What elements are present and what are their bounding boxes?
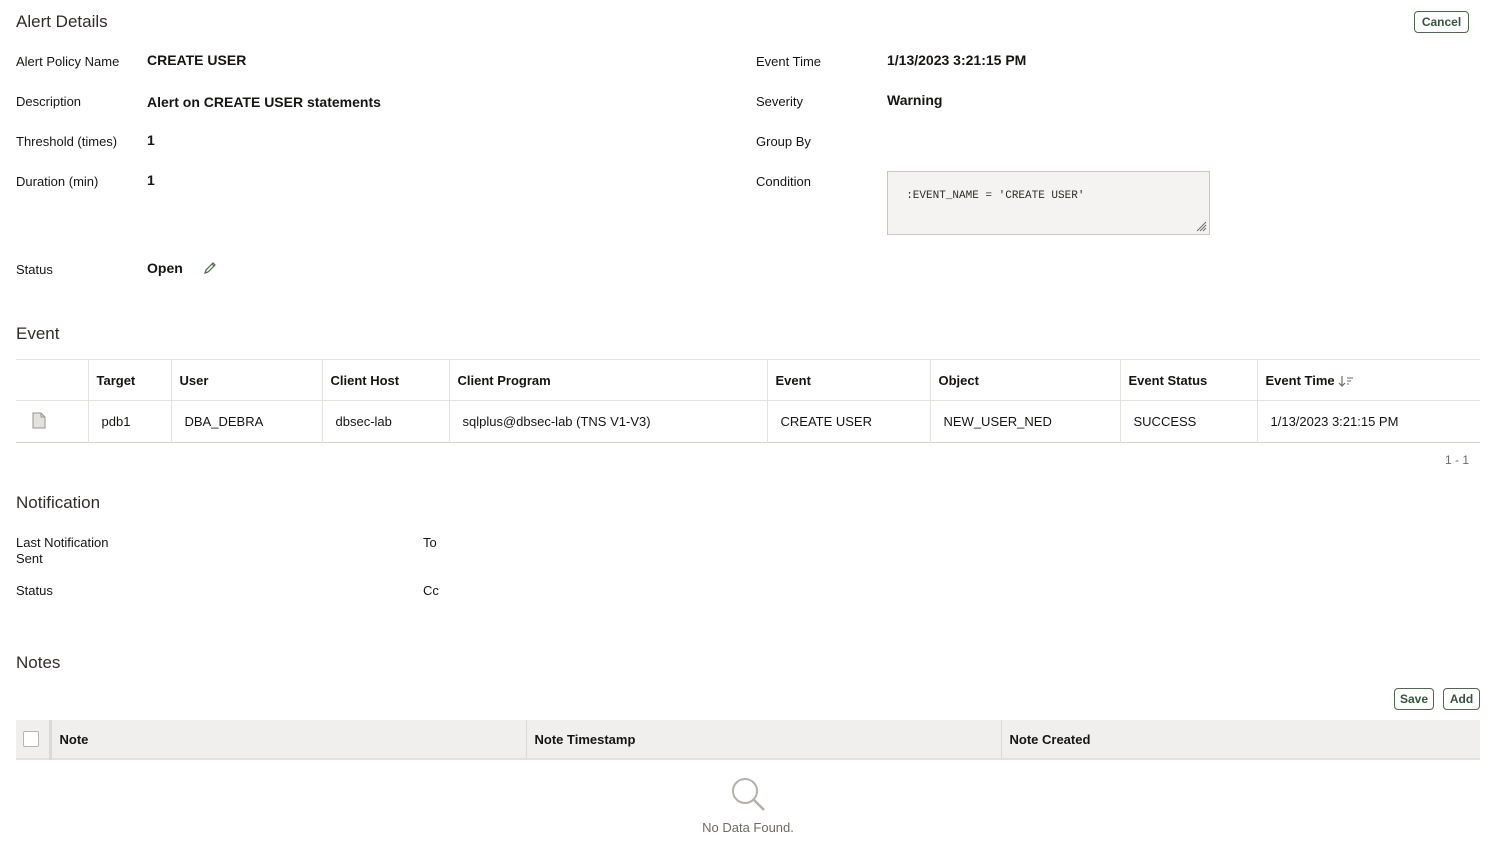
column-header-note[interactable]: Note <box>49 720 526 759</box>
select-all-cell <box>16 720 52 759</box>
document-icon[interactable] <box>32 412 46 429</box>
severity-label: Severity <box>756 94 803 109</box>
to-label: To <box>423 535 437 550</box>
add-button[interactable]: Add <box>1443 688 1480 710</box>
no-data-message: No Data Found. <box>702 820 794 835</box>
event-time-value: 1/13/2023 3:21:15 PM <box>887 52 1027 68</box>
column-header-event-time-label: Event Time <box>1265 372 1335 388</box>
select-all-checkbox[interactable] <box>23 731 39 748</box>
cell-event-time: 1/13/2023 3:21:15 PM <box>1256 400 1480 443</box>
column-header-note-timestamp[interactable]: Note Timestamp <box>525 720 1001 759</box>
cell-user: DBA_DEBRA <box>170 400 322 443</box>
resize-grip-icon[interactable] <box>1195 220 1207 232</box>
cell-event: CREATE USER <box>766 400 930 443</box>
event-section-title: Event <box>16 324 60 343</box>
sort-descending-icon[interactable] <box>1338 375 1354 387</box>
cell-object: NEW_USER_NED <box>929 400 1120 443</box>
condition-text: :EVENT_NAME = 'CREATE USER' <box>906 190 1085 202</box>
notification-section-title: Notification <box>16 493 101 512</box>
column-header-user[interactable]: User <box>170 359 322 401</box>
status-label: Status <box>16 262 53 277</box>
description-label: Description <box>16 94 82 109</box>
alert-policy-name-value: CREATE USER <box>147 52 247 68</box>
cell-client-host: dbsec-lab <box>321 400 449 443</box>
status-value: Open <box>147 260 183 276</box>
group-by-label: Group By <box>756 134 811 149</box>
edit-pencil-icon[interactable] <box>203 261 217 275</box>
alert-details-title: Alert Details <box>16 12 108 31</box>
last-notification-sent-label: Last Notification Sent <box>16 535 109 566</box>
cell-target: pdb1 <box>87 400 171 443</box>
cell-event-status: SUCCESS <box>1119 400 1257 443</box>
column-header-client-host[interactable]: Client Host <box>321 359 449 401</box>
cancel-button[interactable]: Cancel <box>1414 11 1469 33</box>
notes-table: Note Note Timestamp Note Created <box>16 720 1480 760</box>
column-header-event-status[interactable]: Event Status <box>1119 359 1257 401</box>
alert-policy-name-label: Alert Policy Name <box>16 54 120 69</box>
threshold-value: 1 <box>147 132 155 148</box>
duration-value: 1 <box>147 172 155 188</box>
column-header-note-created[interactable]: Note Created <box>1000 720 1480 759</box>
pagination-range: 1 - 1 <box>1444 453 1469 467</box>
row-detail-cell[interactable] <box>16 401 88 443</box>
magnifier-icon <box>729 776 767 812</box>
severity-value: Warning <box>887 92 943 108</box>
event-time-label: Event Time <box>756 54 822 69</box>
notes-table-header: Note Note Timestamp Note Created <box>16 720 1480 759</box>
notification-status-label: Status <box>16 583 53 598</box>
description-value: Alert on CREATE USER statements <box>147 94 381 110</box>
column-header-target[interactable]: Target <box>87 359 171 401</box>
threshold-label: Threshold (times) <box>16 134 118 149</box>
column-header-event-time[interactable]: Event Time <box>1256 359 1480 401</box>
column-header-event[interactable]: Event <box>766 359 930 401</box>
event-table: Target User Client Host Client Program E… <box>16 359 1480 443</box>
notes-section-title: Notes <box>16 653 61 672</box>
column-header-client-program[interactable]: Client Program <box>448 359 767 401</box>
table-row[interactable]: pdb1 DBA_DEBRA dbsec-lab sqlplus@dbsec-l… <box>16 400 1480 443</box>
duration-label: Duration (min) <box>16 174 99 189</box>
condition-label: Condition <box>756 174 811 189</box>
column-header-object[interactable]: Object <box>929 359 1120 401</box>
save-button[interactable]: Save <box>1394 688 1434 710</box>
cc-label: Cc <box>423 583 439 598</box>
column-header-select <box>16 359 88 401</box>
event-table-header: Target User Client Host Client Program E… <box>16 359 1480 401</box>
cell-client-program: sqlplus@dbsec-lab (TNS V1-V3) <box>448 400 767 443</box>
condition-textarea[interactable]: :EVENT_NAME = 'CREATE USER' <box>887 171 1210 235</box>
